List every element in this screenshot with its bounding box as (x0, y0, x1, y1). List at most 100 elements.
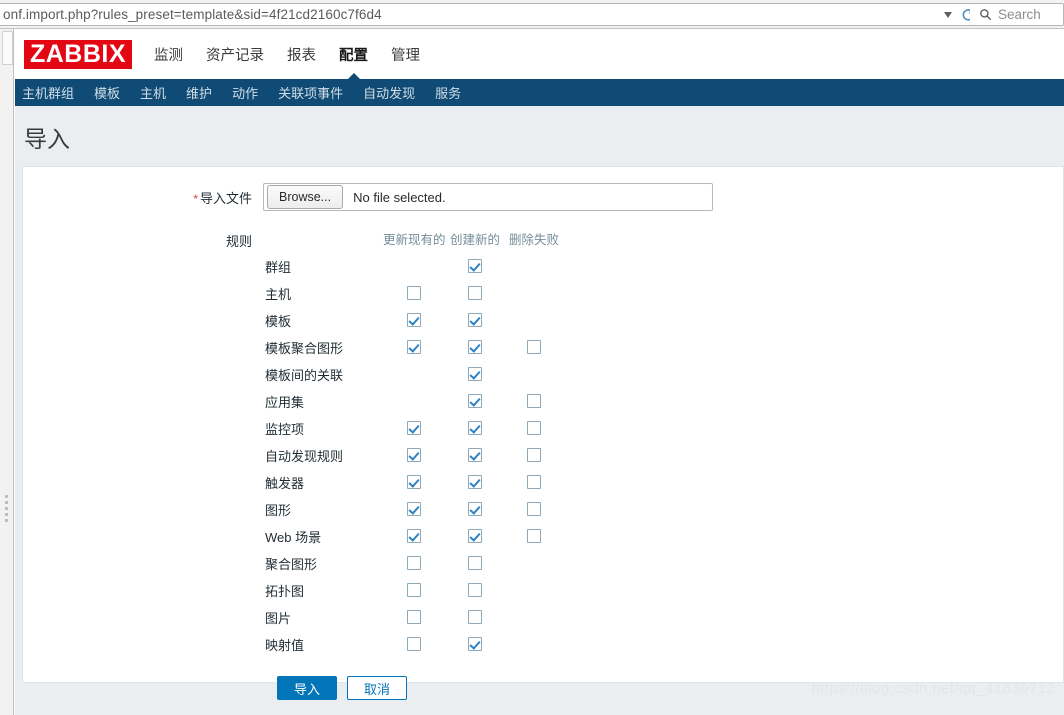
browse-button[interactable]: Browse... (267, 185, 344, 209)
nav-item-inventory[interactable]: 资产记录 (206, 29, 264, 79)
subnav-item-maintenance[interactable]: 维护 (186, 83, 212, 102)
rules-cell-update-existing[interactable] (383, 415, 446, 442)
nav-item-administration[interactable]: 管理 (391, 29, 420, 79)
checkbox-update-existing[interactable] (407, 421, 422, 436)
rules-cell-create-new[interactable] (446, 361, 505, 388)
checkbox-update-existing[interactable] (407, 637, 422, 652)
rules-cell-delete-missing[interactable] (505, 523, 564, 550)
address-bar[interactable]: onf.import.php?rules_preset=template&sid… (0, 3, 985, 26)
rules-cell-update-existing[interactable] (383, 334, 446, 361)
checkbox-create-new[interactable] (468, 529, 483, 544)
rules-cell-delete-missing[interactable] (505, 496, 564, 523)
subnav-item-host-groups[interactable]: 主机群组 (22, 83, 74, 102)
subnav-item-event-correlation[interactable]: 关联项事件 (278, 83, 343, 102)
rules-cell-create-new[interactable] (446, 388, 505, 415)
checkbox-create-new[interactable] (468, 448, 483, 463)
sidebar-drag-handle[interactable] (5, 495, 8, 522)
checkbox-create-new[interactable] (468, 610, 483, 625)
zabbix-logo[interactable]: ZABBIX (24, 39, 132, 69)
checkbox-create-new[interactable] (468, 286, 483, 301)
import-file-input[interactable]: Browse... No file selected. (263, 183, 713, 211)
rules-cell-create-new[interactable] (446, 550, 505, 577)
checkbox-update-existing[interactable] (407, 583, 422, 598)
rules-cell-delete-missing[interactable] (505, 442, 564, 469)
checkbox-create-new[interactable] (468, 259, 483, 274)
checkbox-create-new[interactable] (468, 637, 483, 652)
rules-cell-update-existing[interactable] (383, 469, 446, 496)
checkbox-delete-missing[interactable] (527, 502, 542, 517)
checkbox-update-existing[interactable] (407, 340, 422, 355)
rules-cell-delete-missing[interactable] (505, 388, 564, 415)
rules-row-label: 监控项 (265, 422, 305, 437)
checkbox-update-existing[interactable] (407, 448, 422, 463)
rules-cell-update-existing[interactable] (383, 442, 446, 469)
checkbox-create-new[interactable] (468, 583, 483, 598)
nav-item-monitoring[interactable]: 监测 (154, 29, 183, 79)
checkbox-create-new[interactable] (468, 313, 483, 328)
checkbox-delete-missing[interactable] (527, 394, 542, 409)
rules-cell-create-new[interactable] (446, 280, 505, 307)
rules-cell-delete-missing (505, 604, 564, 631)
subnav-item-actions[interactable]: 动作 (232, 83, 258, 102)
rules-cell-update-existing[interactable] (383, 523, 446, 550)
subnav-item-templates[interactable]: 模板 (94, 83, 120, 102)
nav-item-configuration[interactable]: 配置 (339, 29, 368, 80)
rules-cell-create-new[interactable] (446, 577, 505, 604)
rules-cell-create-new[interactable] (446, 253, 505, 280)
rules-cell-update-existing[interactable] (383, 577, 446, 604)
checkbox-delete-missing[interactable] (527, 340, 542, 355)
rules-row: 模板聚合图形 (263, 334, 564, 361)
checkbox-update-existing[interactable] (407, 610, 422, 625)
checkbox-update-existing[interactable] (407, 313, 422, 328)
url-text[interactable]: onf.import.php?rules_preset=template&sid… (0, 7, 944, 22)
checkbox-create-new[interactable] (468, 475, 483, 490)
checkbox-update-existing[interactable] (407, 502, 422, 517)
checkbox-update-existing[interactable] (407, 475, 422, 490)
cancel-button[interactable]: 取消 (347, 676, 408, 700)
checkbox-create-new[interactable] (468, 367, 483, 382)
checkbox-create-new[interactable] (468, 421, 483, 436)
rules-cell-create-new[interactable] (446, 631, 505, 658)
rules-cell-update-existing[interactable] (383, 550, 446, 577)
import-file-label-text: 导入文件 (199, 191, 252, 206)
subnav-item-hosts[interactable]: 主机 (140, 83, 166, 102)
checkbox-create-new[interactable] (468, 556, 483, 571)
rules-cell-update-existing (383, 361, 446, 388)
checkbox-delete-missing[interactable] (527, 421, 542, 436)
checkbox-delete-missing[interactable] (527, 448, 542, 463)
rules-cell-delete-missing[interactable] (505, 469, 564, 496)
import-submit-button[interactable]: 导入 (277, 676, 338, 700)
rules-cell-create-new[interactable] (446, 334, 505, 361)
rules-cell-delete-missing[interactable] (505, 415, 564, 442)
rules-cell-create-new[interactable] (446, 523, 505, 550)
subnav-item-services[interactable]: 服务 (435, 83, 461, 102)
checkbox-update-existing[interactable] (407, 286, 422, 301)
checkbox-update-existing[interactable] (407, 556, 422, 571)
rules-cell-delete-missing (505, 280, 564, 307)
checkbox-delete-missing[interactable] (527, 529, 542, 544)
subnav-item-discovery[interactable]: 自动发现 (363, 83, 415, 102)
rules-cell-create-new[interactable] (446, 307, 505, 334)
rules-cell-update-existing[interactable] (383, 280, 446, 307)
rules-cell-create-new[interactable] (446, 469, 505, 496)
rules-cell-delete-missing (505, 550, 564, 577)
rules-row: 自动发现规则 (263, 442, 564, 469)
checkbox-delete-missing[interactable] (527, 475, 542, 490)
checkbox-create-new[interactable] (468, 340, 483, 355)
rules-cell-update-existing[interactable] (383, 631, 446, 658)
chevron-down-icon[interactable] (944, 11, 952, 18)
checkbox-create-new[interactable] (468, 502, 483, 517)
rules-cell-update-existing[interactable] (383, 307, 446, 334)
rules-cell-delete-missing[interactable] (505, 334, 564, 361)
rules-cell-create-new[interactable] (446, 415, 505, 442)
rules-cell-update-existing[interactable] (383, 604, 446, 631)
tab-stub[interactable] (2, 31, 13, 65)
rules-cell-create-new[interactable] (446, 442, 505, 469)
checkbox-update-existing[interactable] (407, 529, 422, 544)
rules-cell-create-new[interactable] (446, 496, 505, 523)
rules-cell-update-existing[interactable] (383, 496, 446, 523)
rules-cell-create-new[interactable] (446, 604, 505, 631)
checkbox-create-new[interactable] (468, 394, 483, 409)
nav-item-reports[interactable]: 报表 (287, 29, 316, 79)
browser-search-box[interactable]: Search (970, 3, 1064, 26)
